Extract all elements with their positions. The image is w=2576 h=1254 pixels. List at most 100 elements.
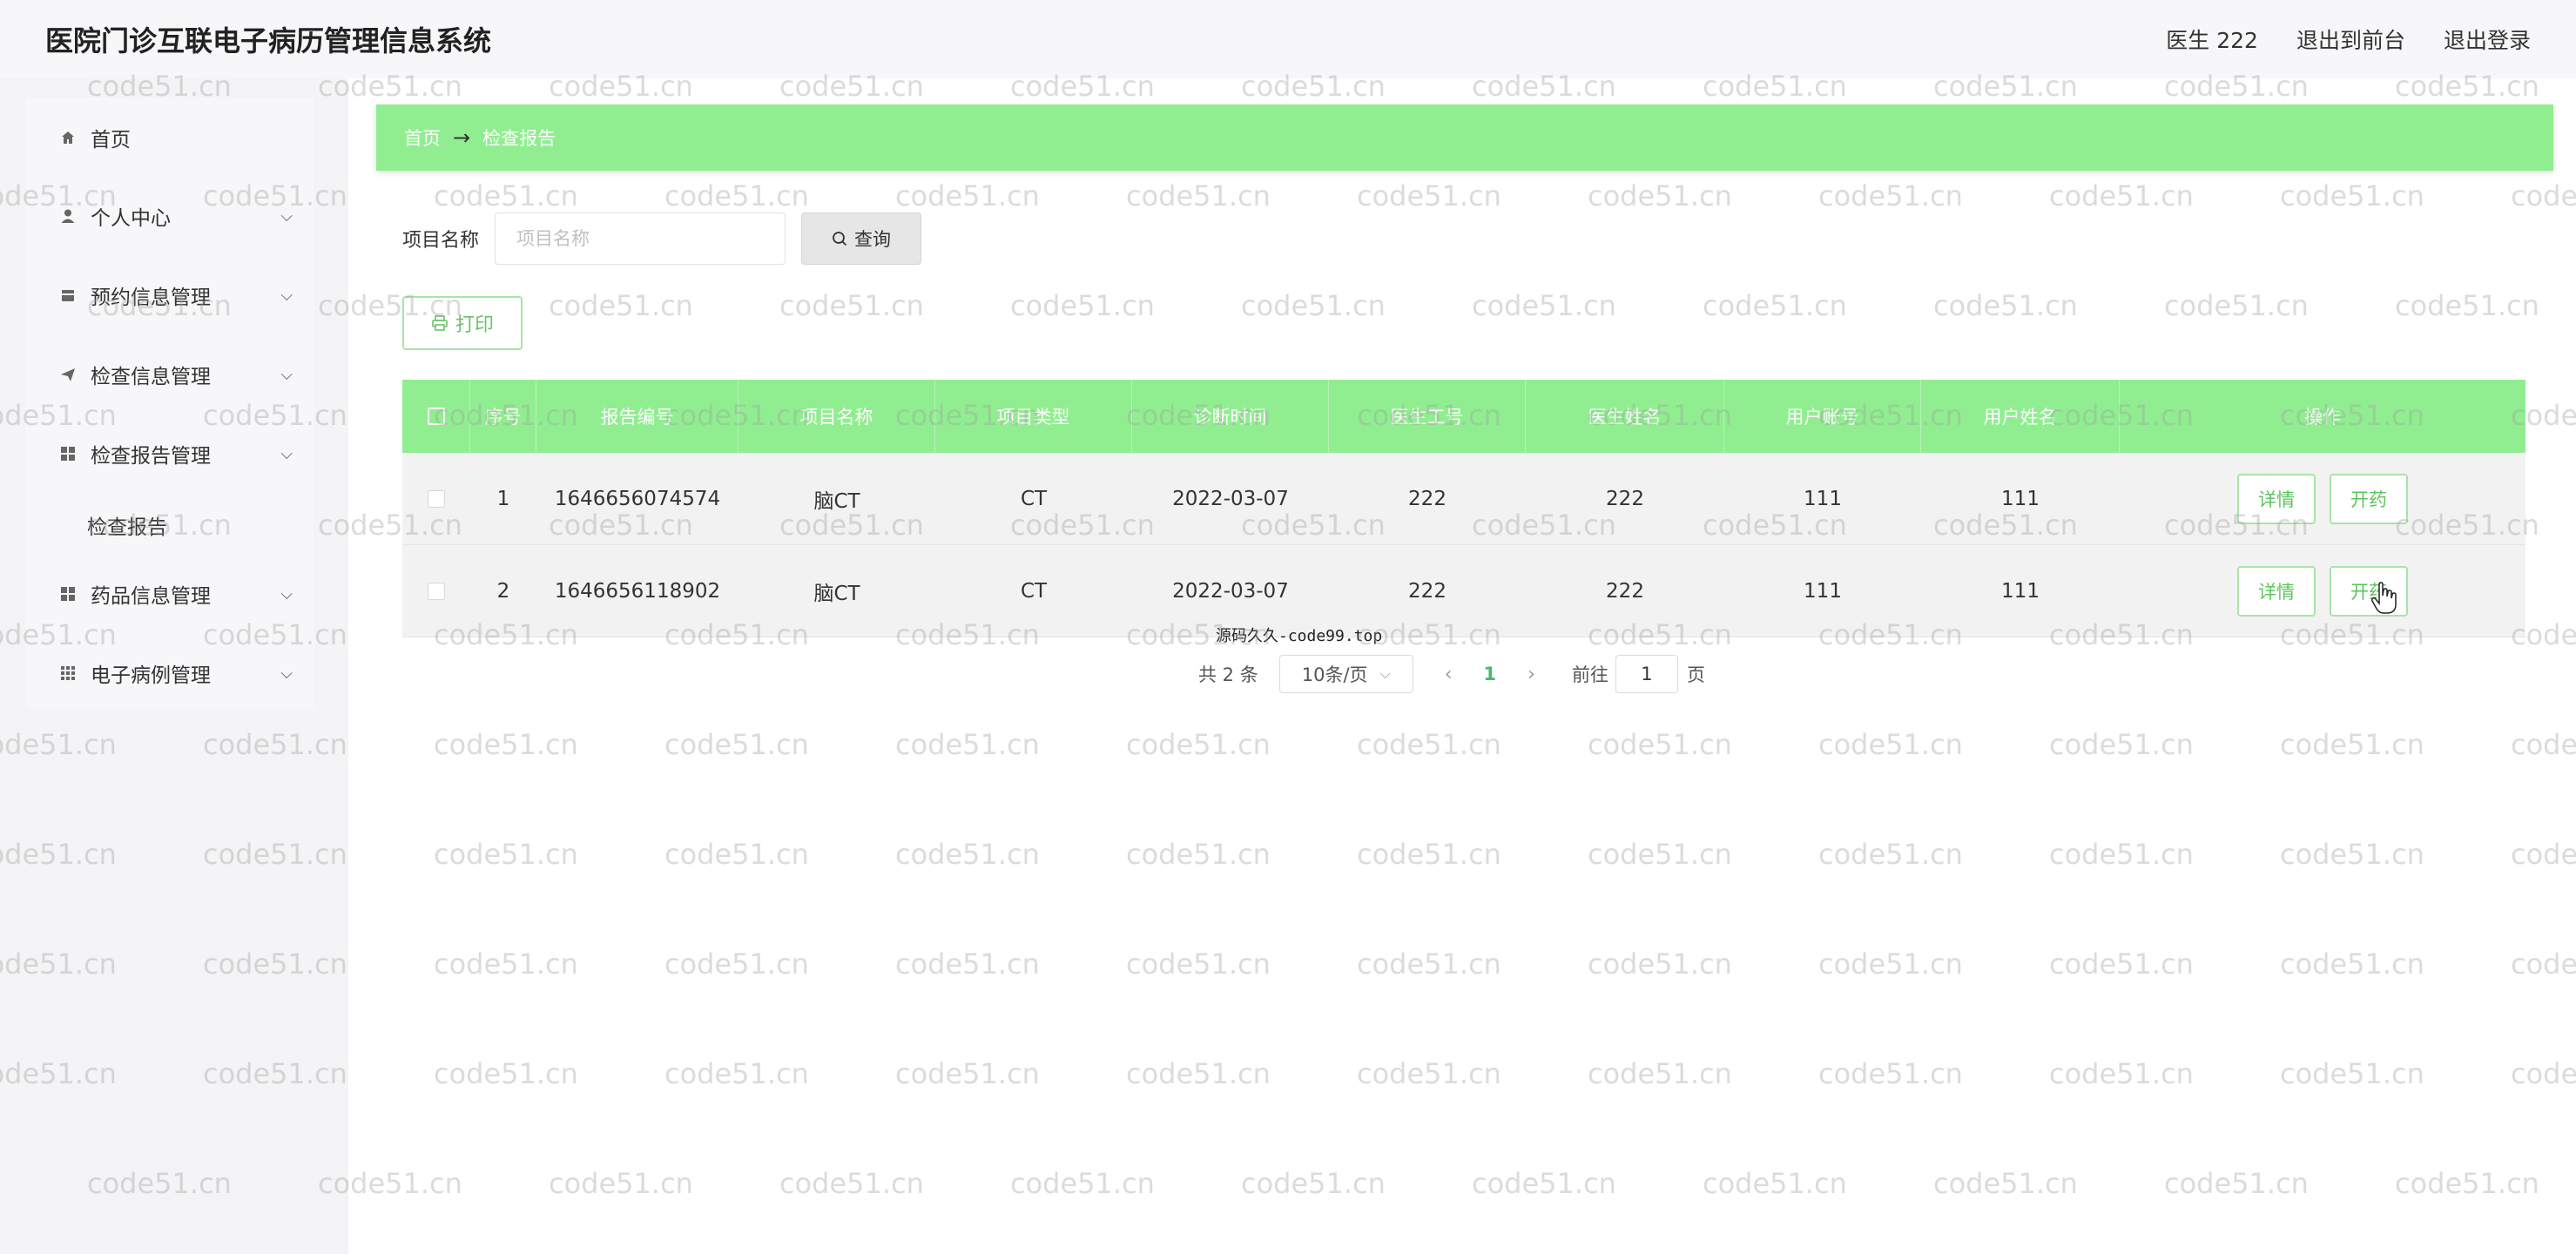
watermark-text: code51.cn <box>434 947 578 981</box>
sidebar-item-personal-center[interactable]: 个人中心 ⌵ <box>26 190 314 242</box>
row-checkbox-cell[interactable] <box>402 453 470 545</box>
table-cell: 脑CT <box>813 583 860 605</box>
watermark-text: code51.cn <box>1703 289 1847 322</box>
sidebar-item-emr[interactable]: 电子病例管理 ⌵ <box>26 647 314 699</box>
print-button-label: 打印 <box>455 314 494 336</box>
search-row: 项目名称 查询 <box>402 212 922 265</box>
watermark-text: code51.cn <box>1126 838 1271 871</box>
sidebar-item-label: 首页 <box>91 129 131 152</box>
row-checkbox-cell[interactable] <box>402 545 470 637</box>
select-all-checkbox[interactable] <box>427 408 445 425</box>
column-header[interactable]: 诊断时间 <box>1132 380 1329 453</box>
watermark-text: code51.cn <box>434 838 578 871</box>
watermark-text: code51.cn <box>2049 179 2194 212</box>
column-header[interactable]: 医生姓名 <box>1526 380 1724 453</box>
watermark-text: code51.cn <box>549 1167 693 1200</box>
sidebar-subitem-exam-report[interactable]: 检查报告 <box>87 510 167 540</box>
prev-page-icon[interactable]: ‹ <box>1445 664 1453 685</box>
breadcrumb-current: 检查报告 <box>482 128 556 149</box>
sidebar-item-exam-info[interactable]: 检查信息管理 ⌵ <box>26 348 314 401</box>
watermark-text: code51.cn <box>2280 947 2424 981</box>
next-page-icon[interactable]: › <box>1527 664 1535 685</box>
watermark-text: code51.cn <box>2395 289 2539 322</box>
search-button-label: 查询 <box>854 229 892 250</box>
report-table: 序号 报告编号 项目名称 项目类型 诊断时间 医生工号 医生姓名 用户账号 用户… <box>402 380 2525 637</box>
column-header[interactable]: 报告编号 <box>536 380 738 453</box>
pagination: 共 2 条 10条/页 ⌵ ‹ 1 › 前往 1 页 <box>1198 655 1705 693</box>
watermark-text: code51.cn <box>1357 1057 1501 1090</box>
chevron-down-icon: ⌵ <box>280 444 293 463</box>
table-cell: 2022-03-07 <box>1172 488 1289 510</box>
column-header[interactable]: 项目名称 <box>738 380 935 453</box>
column-header[interactable]: 用户账号 <box>1724 380 1921 453</box>
table-row: 2 1646656118902 脑CT CT 2022-03-07 222 22… <box>402 545 2525 637</box>
watermark-text: code51.cn <box>1703 1167 1847 1200</box>
watermark-text: code51.cn <box>2511 179 2576 212</box>
row-checkbox[interactable] <box>428 583 445 600</box>
prescribe-button[interactable]: 开药 <box>2330 474 2408 524</box>
search-label: 项目名称 <box>402 230 480 252</box>
sidebar-item-medicine[interactable]: 药品信息管理 ⌵ <box>26 568 314 620</box>
goto-page-input[interactable]: 1 <box>1615 655 1678 693</box>
sidebar-item-exam-report[interactable]: 检查报告管理 ⌵ <box>26 428 314 480</box>
current-page[interactable]: 1 <box>1484 664 1497 684</box>
watermark-text: code51.cn <box>434 179 578 212</box>
select-all-cell[interactable] <box>402 380 470 453</box>
watermark-text: code51.cn <box>1126 728 1271 761</box>
table-cell: 111 <box>1804 580 1842 603</box>
watermark-text: code51.cn <box>2049 947 2194 981</box>
watermark-text: code51.cn <box>1933 1167 2078 1200</box>
watermark-text: code51.cn <box>1126 1057 1271 1090</box>
sidebar-item-appointment[interactable]: 预约信息管理 ⌵ <box>26 269 314 321</box>
watermark-text: code51.cn <box>1588 728 1732 761</box>
watermark-text: code51.cn <box>664 1057 809 1090</box>
sidebar-item-label: 预约信息管理 <box>91 287 211 309</box>
top-links: 医生 222 退出到前台 退出登录 <box>2166 24 2531 55</box>
row-actions: 详情 开药 <box>2120 453 2525 545</box>
table-cell: 222 <box>1606 488 1644 510</box>
watermark-text: code51.cn <box>1357 179 1501 212</box>
search-input[interactable] <box>495 212 786 265</box>
watermark-text: code51.cn <box>895 728 1040 761</box>
print-button[interactable]: 打印 <box>402 296 523 350</box>
footer-watermark: 源码久久-code99.top <box>1216 627 1383 645</box>
watermark-text: code51.cn <box>1010 1167 1155 1200</box>
watermark-text: code51.cn <box>1357 838 1501 871</box>
arrow-right-icon: → <box>453 125 471 150</box>
chevron-down-icon: ⌵ <box>280 664 293 683</box>
sidebar-item-home[interactable]: 首页 <box>26 111 314 164</box>
search-button[interactable]: 查询 <box>801 212 922 265</box>
current-user: 医生 222 <box>2166 28 2258 53</box>
row-actions: 详情 开药 <box>2120 545 2525 637</box>
back-to-front-link[interactable]: 退出到前台 <box>2296 24 2405 55</box>
watermark-text: code51.cn <box>2280 728 2424 761</box>
sidebar-item-label: 检查报告管理 <box>91 445 211 468</box>
chevron-down-icon: ⌵ <box>280 286 293 305</box>
detail-button[interactable]: 详情 <box>2237 474 2316 524</box>
column-header[interactable]: 用户姓名 <box>1921 380 2120 453</box>
table-cell: 1 <box>496 488 510 510</box>
watermark-text: code51.cn <box>2280 1057 2424 1090</box>
watermark-text: code51.cn <box>2280 838 2424 871</box>
watermark-text: code51.cn <box>2280 179 2424 212</box>
watermark-text: code51.cn <box>895 1057 1040 1090</box>
detail-button[interactable]: 详情 <box>2237 566 2316 617</box>
watermark-text: code51.cn <box>895 179 1040 212</box>
watermark-text: code51.cn <box>1588 179 1732 212</box>
watermark-text: code51.cn <box>1588 838 1732 871</box>
watermark-text: code51.cn <box>895 947 1040 981</box>
chevron-down-icon: ⌵ <box>280 584 293 603</box>
row-checkbox[interactable] <box>428 490 445 508</box>
column-header[interactable]: 医生工号 <box>1329 380 1526 453</box>
sidebar-menu: 首页 个人中心 ⌵ 预约信息管理 ⌵ 检查信息管理 ⌵ 检查报告管理 ⌵ 检查报… <box>26 98 314 709</box>
watermark-text: code51.cn <box>779 1167 924 1200</box>
column-header[interactable]: 序号 <box>470 380 536 453</box>
hand-cursor-icon <box>2370 582 2397 615</box>
watermark-text: code51.cn <box>1818 947 1963 981</box>
watermark-text: code51.cn <box>2049 1057 2194 1090</box>
watermark-text: code51.cn <box>1588 947 1732 981</box>
logout-link[interactable]: 退出登录 <box>2444 24 2531 55</box>
column-header[interactable]: 项目类型 <box>935 380 1132 453</box>
page-size-select[interactable]: 10条/页 ⌵ <box>1278 655 1413 693</box>
breadcrumb-home[interactable]: 首页 <box>404 125 441 151</box>
